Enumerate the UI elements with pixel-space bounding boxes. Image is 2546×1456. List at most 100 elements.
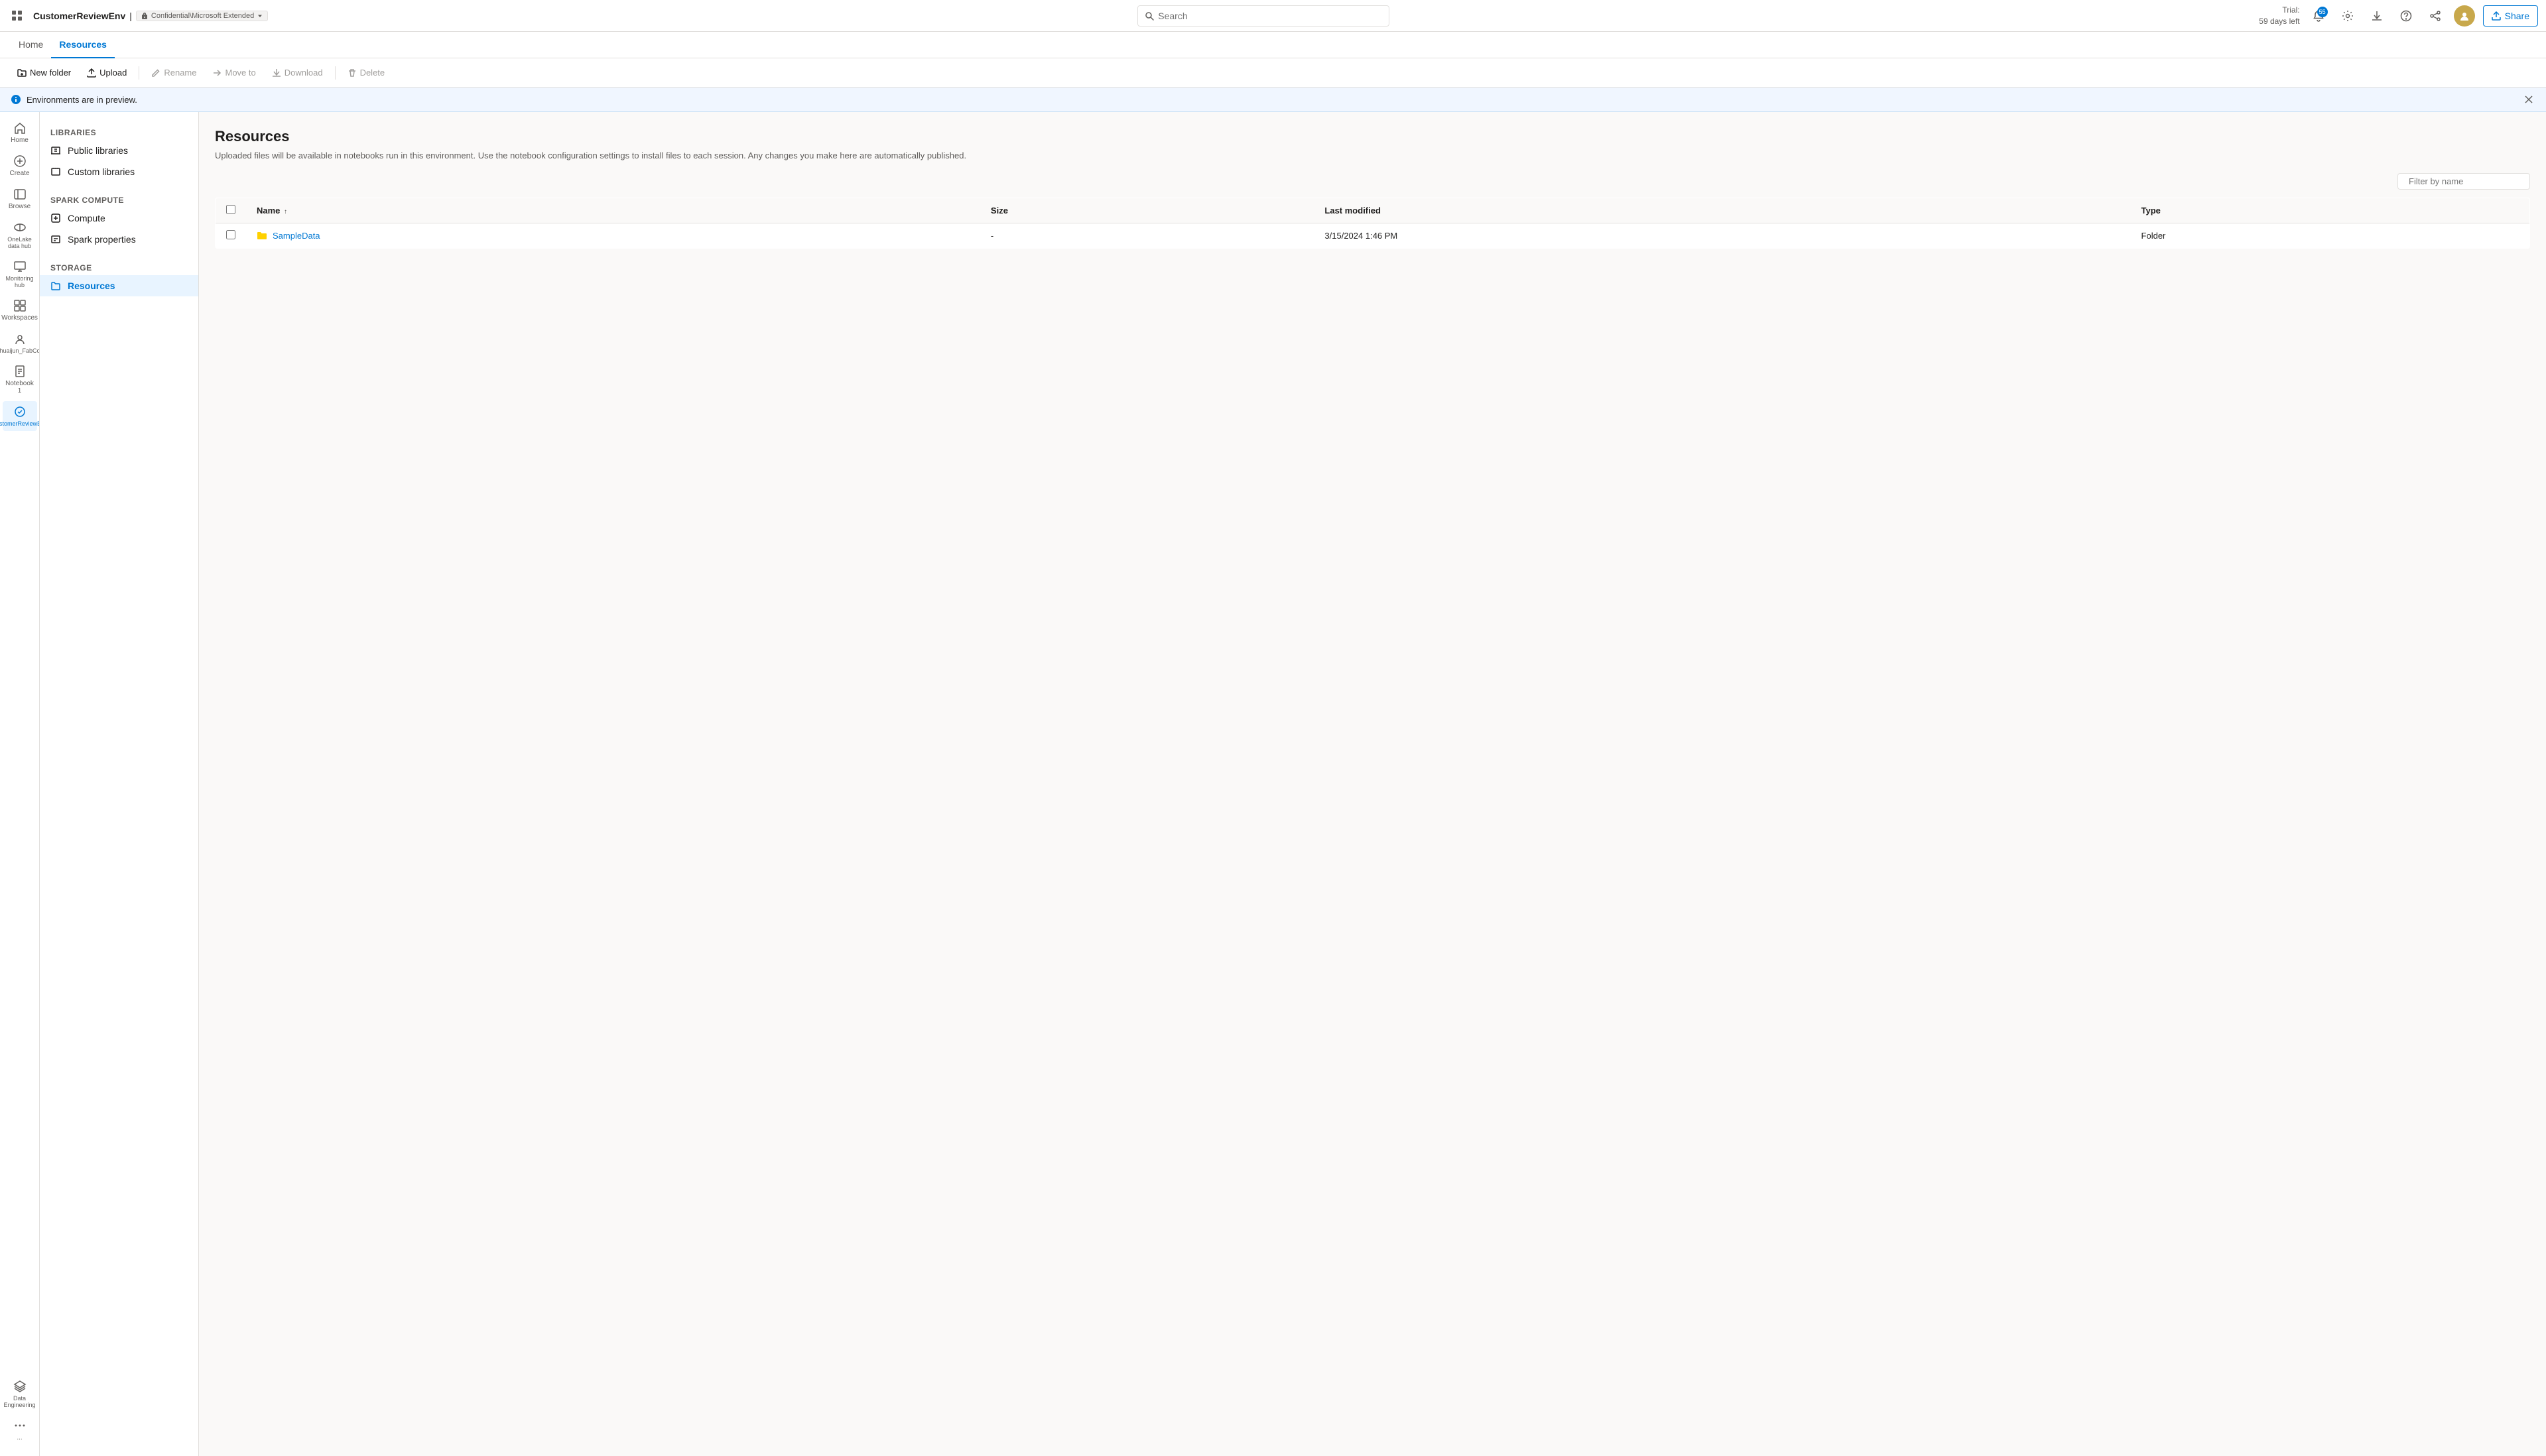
new-folder-icon bbox=[17, 68, 27, 78]
sidebar-item-onelake[interactable]: OneLake data hub bbox=[3, 217, 37, 253]
public-lib-icon bbox=[50, 145, 61, 156]
sidebar-item-home[interactable]: Home bbox=[3, 117, 37, 148]
workspace-user-icon bbox=[13, 332, 27, 345]
content-header: Resources Uploaded files will be availab… bbox=[215, 128, 2530, 162]
download-icon bbox=[272, 68, 281, 78]
content-description: Uploaded files will be available in note… bbox=[215, 149, 2530, 162]
move-to-button[interactable]: Move to bbox=[206, 64, 262, 81]
preview-banner: Environments are in preview. bbox=[0, 88, 2546, 112]
table-header-type: Type bbox=[2131, 198, 2530, 223]
select-all-checkbox[interactable] bbox=[226, 205, 235, 214]
more-dots-icon bbox=[13, 1419, 27, 1432]
sidebar-item-monitoring[interactable]: Monitoring hub bbox=[3, 256, 37, 292]
preview-close-button[interactable] bbox=[2522, 93, 2535, 106]
storage-section-title: Storage bbox=[40, 258, 198, 275]
row-type-cell: Folder bbox=[2131, 223, 2530, 248]
browse-icon bbox=[13, 188, 27, 201]
sidebar-item-create[interactable]: Create bbox=[3, 151, 37, 181]
row-checkbox[interactable] bbox=[226, 230, 235, 239]
table-header-size: Size bbox=[980, 198, 1314, 223]
nav-panel: Libraries Public libraries Custom librar… bbox=[40, 112, 199, 1456]
nav-spark-properties[interactable]: Spark properties bbox=[40, 229, 198, 250]
content-title: Resources bbox=[215, 128, 2530, 145]
breadcrumb: CustomerReviewEnv | Confidential\Microso… bbox=[33, 11, 268, 21]
subnav-resources[interactable]: Resources bbox=[51, 32, 115, 58]
topbar: CustomerReviewEnv | Confidential\Microso… bbox=[0, 0, 2546, 32]
preview-message: Environments are in preview. bbox=[27, 95, 137, 105]
share-icon bbox=[2492, 11, 2501, 21]
custom-lib-icon bbox=[50, 166, 61, 177]
subnav-home[interactable]: Home bbox=[11, 32, 51, 58]
compute-icon bbox=[50, 213, 61, 223]
resources-table: Name ↑ Size Last modified Type bbox=[215, 198, 2530, 249]
move-to-icon bbox=[212, 68, 222, 78]
upload-icon bbox=[87, 68, 96, 78]
search-icon bbox=[1145, 11, 1154, 21]
trial-info: Trial: 59 days left bbox=[2259, 5, 2299, 27]
table-header-checkbox bbox=[216, 198, 247, 223]
rename-icon bbox=[151, 68, 160, 78]
nav-resources[interactable]: Resources bbox=[40, 275, 198, 296]
share-button[interactable]: Share bbox=[2483, 5, 2538, 27]
create-plus-icon bbox=[13, 154, 27, 168]
filter-by-name-input[interactable] bbox=[2409, 176, 2525, 186]
download-button[interactable] bbox=[2366, 5, 2387, 27]
sidebar-item-more[interactable]: ... bbox=[3, 1415, 37, 1445]
folder-link[interactable]: SampleData bbox=[257, 230, 970, 241]
table-header-name[interactable]: Name ↑ bbox=[246, 198, 980, 223]
breadcrumb-separator: | bbox=[129, 11, 132, 21]
delete-icon bbox=[348, 68, 357, 78]
row-size-cell: - bbox=[980, 223, 1314, 248]
home-icon bbox=[13, 121, 27, 135]
toolbar: New folder Upload Rename Move to Downloa… bbox=[0, 58, 2546, 88]
resources-icon bbox=[50, 280, 61, 291]
onelake-icon bbox=[13, 221, 27, 234]
sidebar-item-workspaces[interactable]: Workspaces bbox=[3, 295, 37, 326]
icon-sidebar: Home Create Browse OneLake data hub Moni… bbox=[0, 112, 40, 1456]
sidebar-item-env[interactable]: CustomerReviewEnv bbox=[3, 401, 37, 431]
rename-button[interactable]: Rename bbox=[145, 64, 203, 81]
user-avatar[interactable] bbox=[2454, 5, 2475, 27]
filter-input-container[interactable] bbox=[2397, 173, 2530, 190]
sidebar-item-workspace-user[interactable]: Shuaijun_FabCon bbox=[3, 328, 37, 358]
subnav: Home Resources bbox=[0, 32, 2546, 58]
notification-count: 55 bbox=[2317, 7, 2328, 17]
content-area: Resources Uploaded files will be availab… bbox=[199, 112, 2546, 1456]
spark-section-title: Spark compute bbox=[40, 190, 198, 208]
nav-public-libraries[interactable]: Public libraries bbox=[40, 140, 198, 161]
notebook-icon bbox=[13, 365, 27, 378]
workspaces-icon bbox=[13, 299, 27, 312]
sidebar-item-notebook[interactable]: Notebook 1 bbox=[3, 361, 37, 398]
row-name-cell: SampleData bbox=[246, 223, 980, 248]
search-bar[interactable] bbox=[1137, 5, 1389, 27]
nav-compute[interactable]: Compute bbox=[40, 208, 198, 229]
toolbar-separator-2 bbox=[335, 66, 336, 80]
confidentiality-badge: Confidential\Microsoft Extended bbox=[136, 11, 268, 21]
share-network-button[interactable] bbox=[2425, 5, 2446, 27]
preview-banner-left: Environments are in preview. bbox=[11, 94, 137, 105]
table-row: SampleData - 3/15/2024 1:46 PM Folder bbox=[216, 223, 2530, 248]
info-icon bbox=[11, 94, 21, 105]
data-engineering-icon bbox=[13, 1380, 27, 1393]
sidebar-item-data-engineering[interactable]: Data Engineering bbox=[3, 1376, 37, 1412]
delete-button[interactable]: Delete bbox=[341, 64, 392, 81]
sort-icon: ↑ bbox=[284, 208, 287, 215]
nav-custom-libraries[interactable]: Custom libraries bbox=[40, 161, 198, 182]
settings-button[interactable] bbox=[2337, 5, 2358, 27]
apps-grid-icon[interactable] bbox=[8, 7, 27, 25]
topbar-right: Trial: 59 days left 55 Share bbox=[2259, 5, 2538, 27]
sidebar-item-browse[interactable]: Browse bbox=[3, 184, 37, 214]
table-header-last-modified: Last modified bbox=[1314, 198, 2130, 223]
topbar-left: CustomerReviewEnv | Confidential\Microso… bbox=[8, 7, 268, 25]
upload-button[interactable]: Upload bbox=[80, 64, 133, 81]
env-icon bbox=[13, 405, 27, 418]
folder-icon bbox=[257, 230, 267, 241]
new-folder-button[interactable]: New folder bbox=[11, 64, 78, 81]
env-name[interactable]: CustomerReviewEnv bbox=[33, 11, 125, 21]
help-button[interactable] bbox=[2395, 5, 2417, 27]
notifications-button[interactable]: 55 bbox=[2308, 5, 2329, 27]
monitor-icon bbox=[13, 260, 27, 273]
libraries-section-title: Libraries bbox=[40, 123, 198, 140]
download-toolbar-button[interactable]: Download bbox=[265, 64, 330, 81]
search-input[interactable] bbox=[1158, 11, 1382, 21]
